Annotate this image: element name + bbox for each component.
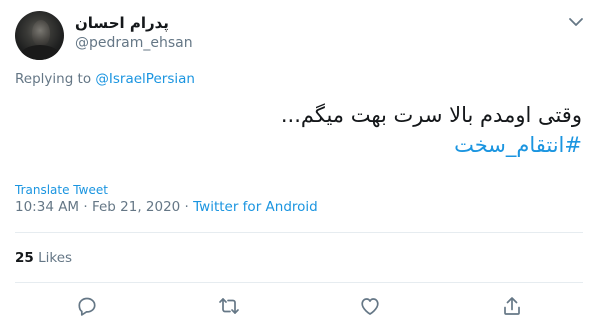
tweet-text: وقتی اومدم بالا سرت بهت میگم... — [280, 103, 582, 127]
replying-to: Replying to @IsraelPersian — [15, 71, 195, 87]
source-link[interactable]: Twitter for Android — [193, 199, 318, 215]
share-icon[interactable] — [501, 295, 523, 317]
chevron-down-icon[interactable] — [567, 14, 585, 28]
tweet-meta: 10:34 AM · Feb 21, 2020 · Twitter for An… — [15, 199, 318, 215]
avatar-shoulders — [20, 45, 60, 60]
translate-tweet-link[interactable]: Translate Tweet — [15, 183, 108, 197]
replying-to-link[interactable]: @IsraelPersian — [95, 71, 195, 87]
timestamp[interactable]: 10:34 AM · Feb 21, 2020 · — [15, 199, 193, 215]
divider — [15, 232, 583, 233]
likes-count: 25 — [15, 250, 34, 266]
avatar[interactable] — [15, 11, 64, 60]
avatar-face — [32, 20, 50, 46]
tweet-card: پدرام احسان @pedram_ehsan Replying to @I… — [0, 0, 598, 331]
author-name[interactable]: پدرام احسان — [75, 14, 169, 32]
heart-icon[interactable] — [359, 295, 381, 317]
likes-label: Likes — [33, 250, 73, 266]
retweet-icon[interactable] — [218, 295, 240, 317]
author-handle[interactable]: @pedram_ehsan — [75, 35, 193, 51]
divider — [15, 282, 583, 283]
hashtag-link[interactable]: #انتقام_سخت — [454, 133, 582, 157]
likes-stat[interactable]: 25 Likes — [15, 250, 72, 266]
replying-prefix: Replying to — [15, 71, 96, 87]
reply-icon[interactable] — [76, 295, 98, 317]
